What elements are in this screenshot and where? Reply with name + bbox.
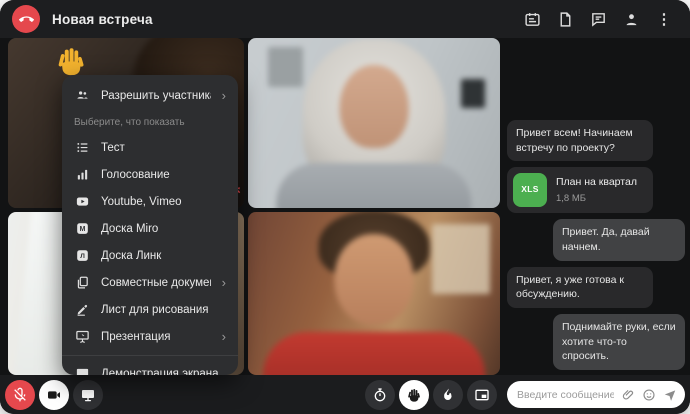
- menu-item-label: Демонстрация экрана: [101, 368, 226, 376]
- chat-icon: [590, 11, 607, 28]
- file-size: 1,8 МБ: [556, 192, 637, 205]
- stopwatch-icon: [372, 387, 388, 403]
- menu-item-presentation[interactable]: Презентация ›: [62, 323, 238, 350]
- video-tile-participant-2: [248, 38, 500, 208]
- mic-off-icon: [12, 387, 28, 403]
- svg-text:Л: Л: [80, 253, 85, 260]
- menu-divider: [62, 355, 238, 356]
- xls-file-icon: XLS: [513, 173, 547, 207]
- poll-icon: [74, 167, 90, 183]
- menu-section-label: Выберите, что показать: [62, 109, 238, 134]
- menu-item-drawing-sheet[interactable]: Лист для рисования: [62, 296, 238, 323]
- smiley-icon: [642, 388, 656, 402]
- top-bar: Новая встреча ⋮: [0, 0, 690, 38]
- presentation-icon: [74, 329, 90, 345]
- mute-microphone-button[interactable]: [5, 380, 35, 410]
- menu-item-poll[interactable]: Голосование: [62, 161, 238, 188]
- chat-message-file[interactable]: XLS План на квартал 1,8 МБ: [507, 167, 653, 213]
- youtube-icon: [74, 194, 90, 210]
- people-icon: [74, 88, 90, 104]
- recordings-button[interactable]: [518, 5, 546, 33]
- menu-item-link-board[interactable]: Л Доска Линк: [62, 242, 238, 269]
- meeting-title: Новая встреча: [52, 12, 153, 27]
- svg-text:M: M: [79, 226, 85, 233]
- chevron-right-icon: ›: [222, 89, 226, 102]
- file-name: План на квартал: [556, 175, 637, 190]
- participants-icon: [623, 11, 640, 28]
- document-icon: [557, 11, 574, 28]
- menu-item-shared-documents[interactable]: Совместные документы ›: [62, 269, 238, 296]
- menu-item-label: Тест: [101, 142, 226, 154]
- participants-button[interactable]: [617, 5, 645, 33]
- menu-item-allow-participants[interactable]: Разрешить участникам ›: [62, 82, 238, 109]
- call-end-icon: [19, 12, 34, 27]
- reactions-button[interactable]: [433, 380, 463, 410]
- menu-item-label: Лист для рисования: [101, 304, 226, 316]
- chat-message-outgoing: Поднимайте руки, если хотите что-то спро…: [553, 314, 685, 370]
- menu-item-label: Разрешить участникам: [101, 90, 211, 102]
- bottom-control-bar: [0, 375, 690, 414]
- chevron-right-icon: ›: [222, 330, 226, 343]
- timer-button[interactable]: [365, 380, 395, 410]
- menu-item-test[interactable]: Тест: [62, 134, 238, 161]
- chat-message-incoming: Привет, я уже готова к обсуждению.: [507, 267, 653, 308]
- raise-hand-button[interactable]: [399, 380, 429, 410]
- raised-hand-emoji-icon: [54, 44, 88, 78]
- list-icon: [74, 140, 90, 156]
- monitor-icon: [80, 387, 96, 403]
- camera-button[interactable]: [39, 380, 69, 410]
- meeting-window: Новая встреча ⋮: [0, 0, 690, 414]
- emoji-button[interactable]: [642, 388, 656, 402]
- documents-button[interactable]: [551, 5, 579, 33]
- send-message-button[interactable]: [663, 388, 677, 402]
- pip-button[interactable]: [467, 380, 497, 410]
- records-icon: [524, 11, 541, 28]
- menu-item-youtube-vimeo[interactable]: Youtube, Vimeo: [62, 188, 238, 215]
- miro-board-icon: M: [74, 221, 90, 237]
- chat-panel: Привет всем! Начинаем встречу по проекту…: [504, 38, 690, 375]
- chevron-right-icon: ›: [222, 276, 226, 289]
- menu-item-label: Голосование: [101, 169, 226, 181]
- chat-message-incoming: Привет всем! Начинаем встречу по проекту…: [507, 120, 653, 161]
- screen-share-button[interactable]: [73, 380, 103, 410]
- menu-item-screen-share[interactable]: Демонстрация экрана: [62, 360, 238, 375]
- link-board-icon: Л: [74, 248, 90, 264]
- menu-item-label: Доска Miro: [101, 223, 226, 235]
- chat-message-outgoing: Привет. Да, давай начнем.: [553, 219, 685, 260]
- hand-icon: [406, 387, 422, 403]
- send-icon: [663, 388, 677, 402]
- chat-button[interactable]: [584, 5, 612, 33]
- end-call-button[interactable]: [12, 5, 40, 33]
- menu-item-label: Доска Линк: [101, 250, 226, 262]
- documents-copy-icon: [74, 275, 90, 291]
- kebab-menu-icon: ⋮: [657, 12, 672, 27]
- menu-item-label: Совместные документы: [101, 277, 211, 289]
- pen-icon: [74, 302, 90, 318]
- picture-in-picture-icon: [474, 387, 490, 403]
- fire-icon: [440, 387, 456, 403]
- attach-file-button[interactable]: [621, 388, 635, 402]
- more-button[interactable]: ⋮: [650, 5, 678, 33]
- menu-item-miro-board[interactable]: M Доска Miro: [62, 215, 238, 242]
- paperclip-icon: [621, 388, 635, 402]
- menu-item-label: Youtube, Vimeo: [101, 196, 226, 208]
- message-input[interactable]: [517, 389, 614, 401]
- camera-icon: [46, 387, 62, 403]
- share-menu: Разрешить участникам › Выберите, что пок…: [62, 75, 238, 375]
- menu-item-label: Презентация: [101, 331, 211, 343]
- screen-share-icon: [74, 366, 90, 376]
- video-tile-participant-4: [248, 212, 500, 375]
- message-input-container: [507, 381, 685, 408]
